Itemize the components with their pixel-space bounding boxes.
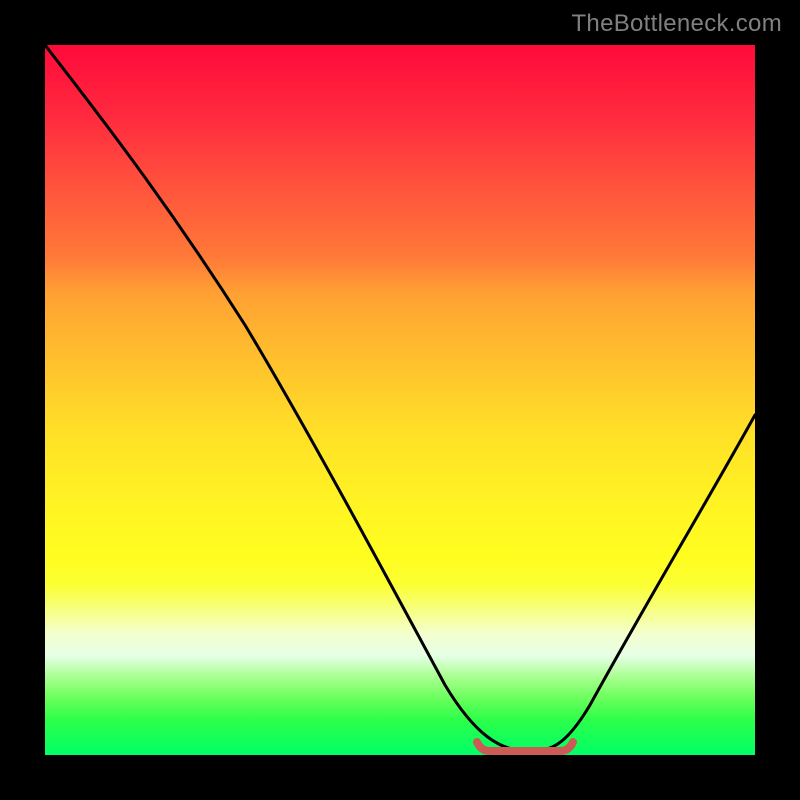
chart-svg [45,45,755,755]
chart-plot-area [45,45,755,755]
watermark-text: TheBottleneck.com [571,10,782,38]
main-curve [45,45,755,751]
